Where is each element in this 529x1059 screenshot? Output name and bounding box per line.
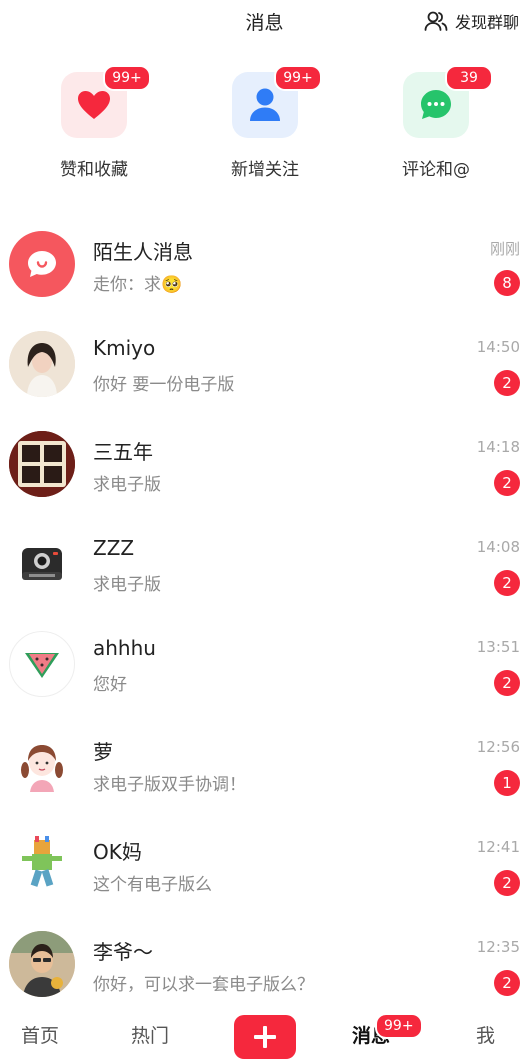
girl-drawing bbox=[9, 731, 75, 797]
conversation-row[interactable]: ahhhu 您好 13:51 2 bbox=[0, 614, 529, 714]
user-photo bbox=[9, 931, 75, 997]
conversation-name: ZZZ bbox=[93, 536, 135, 560]
unread-count-badge: 2 bbox=[494, 370, 520, 396]
unread-count-badge: 8 bbox=[494, 270, 520, 296]
conversation-name: 三五年 bbox=[93, 440, 153, 464]
conversation-preview: 求电子版 bbox=[93, 575, 161, 595]
unread-count-badge: 2 bbox=[494, 570, 520, 596]
tab-me[interactable]: 我 bbox=[476, 1021, 495, 1048]
tab-messages-badge: 99+ bbox=[375, 1013, 423, 1039]
unread-count-badge: 2 bbox=[494, 470, 520, 496]
tile-label: 赞和收藏 bbox=[60, 160, 128, 180]
chat-bubble-icon bbox=[421, 90, 451, 119]
camera-icon bbox=[9, 531, 75, 597]
bottom-tab-bar: 首页 热门 消息 99+ 我 bbox=[0, 1007, 529, 1059]
conversation-preview: 这个有电子版么 bbox=[93, 875, 212, 895]
conversation-time: 12:56 bbox=[476, 738, 520, 756]
conversation-row[interactable]: ZZZ 求电子版 14:08 2 bbox=[0, 514, 529, 614]
heart-icon bbox=[78, 91, 110, 119]
tile-icon-box: 99+ bbox=[61, 65, 151, 138]
tile-new-followers[interactable]: 99+ 新增关注 bbox=[190, 65, 340, 180]
conversation-preview: 求电子版双手协调！ bbox=[93, 775, 246, 795]
conversation-row[interactable]: Kmiyo 你好 要一份电子版 14:50 2 bbox=[0, 314, 529, 414]
conversation-name: Kmiyo bbox=[93, 336, 156, 360]
conversation-name: ahhhu bbox=[93, 636, 156, 660]
conversation-time: 14:08 bbox=[476, 538, 520, 556]
conversation-row[interactable]: 萝 求电子版双手协调！ 12:56 1 bbox=[0, 714, 529, 814]
tile-badge: 99+ bbox=[274, 65, 322, 91]
conversation-name: 萝 bbox=[93, 740, 113, 764]
tile-label: 评论和@ bbox=[402, 160, 470, 180]
conversation-time: 12:41 bbox=[476, 838, 520, 856]
calligraphy-sign bbox=[9, 431, 75, 497]
conversation-time: 14:50 bbox=[476, 338, 520, 356]
conversation-preview: 您好 bbox=[93, 675, 127, 695]
cartoon-figure bbox=[9, 831, 75, 897]
unread-count-badge: 1 bbox=[494, 770, 520, 796]
conversation-row[interactable]: 李爷～ 你好，可以求一套电子版么？ 12:35 2 bbox=[0, 914, 529, 1014]
unread-count-badge: 2 bbox=[494, 970, 520, 996]
tile-label: 新增关注 bbox=[231, 160, 299, 180]
conversation-row[interactable]: OK妈 这个有电子版么 12:41 2 bbox=[0, 814, 529, 914]
top-bar: 消息 发现群聊 bbox=[0, 0, 529, 44]
conversation-name: 陌生人消息 bbox=[93, 240, 193, 264]
tile-icon-box: 99+ bbox=[232, 65, 322, 138]
conversation-time: 12:35 bbox=[476, 938, 520, 956]
tab-home[interactable]: 首页 bbox=[21, 1021, 59, 1048]
tab-trending[interactable]: 热门 bbox=[131, 1021, 169, 1048]
tile-icon-box: 39 bbox=[403, 65, 493, 138]
conversation-time: 14:18 bbox=[476, 438, 520, 456]
conversation-preview: 求电子版 bbox=[93, 475, 161, 495]
conversation-time: 13:51 bbox=[476, 638, 520, 656]
unread-count-badge: 2 bbox=[494, 670, 520, 696]
conversation-row[interactable]: 三五年 求电子版 14:18 2 bbox=[0, 414, 529, 514]
discover-group-chat-button[interactable]: 发现群聊 bbox=[424, 9, 519, 33]
tile-badge: 39 bbox=[445, 65, 493, 91]
conversation-preview: 走你：求🥺 bbox=[93, 275, 183, 295]
plus-icon bbox=[254, 1026, 276, 1048]
watermelon-icon bbox=[9, 631, 75, 697]
tile-comments-and-mentions[interactable]: 39 评论和@ bbox=[361, 65, 511, 180]
publish-button[interactable] bbox=[234, 1015, 296, 1059]
stranger-chat-icon bbox=[9, 231, 75, 297]
person-icon bbox=[250, 88, 280, 121]
conversation-row[interactable]: 陌生人消息 走你：求🥺 刚刚 8 bbox=[0, 214, 529, 314]
conversation-name: 李爷～ bbox=[93, 940, 153, 964]
tile-badge: 99+ bbox=[103, 65, 151, 91]
conversation-name: OK妈 bbox=[93, 840, 142, 864]
conversation-time: 刚刚 bbox=[489, 240, 520, 258]
unread-count-badge: 2 bbox=[494, 870, 520, 896]
user-photo bbox=[9, 331, 75, 397]
tile-likes-and-favorites[interactable]: 99+ 赞和收藏 bbox=[19, 65, 169, 180]
people-icon bbox=[424, 11, 448, 31]
conversation-preview: 你好 要一份电子版 bbox=[93, 375, 235, 395]
discover-label: 发现群聊 bbox=[454, 13, 519, 32]
notification-tiles: 99+ 赞和收藏 99+ 新增关注 39 评论和@ bbox=[0, 65, 529, 192]
conversation-preview: 你好，可以求一套电子版么？ bbox=[93, 975, 314, 995]
